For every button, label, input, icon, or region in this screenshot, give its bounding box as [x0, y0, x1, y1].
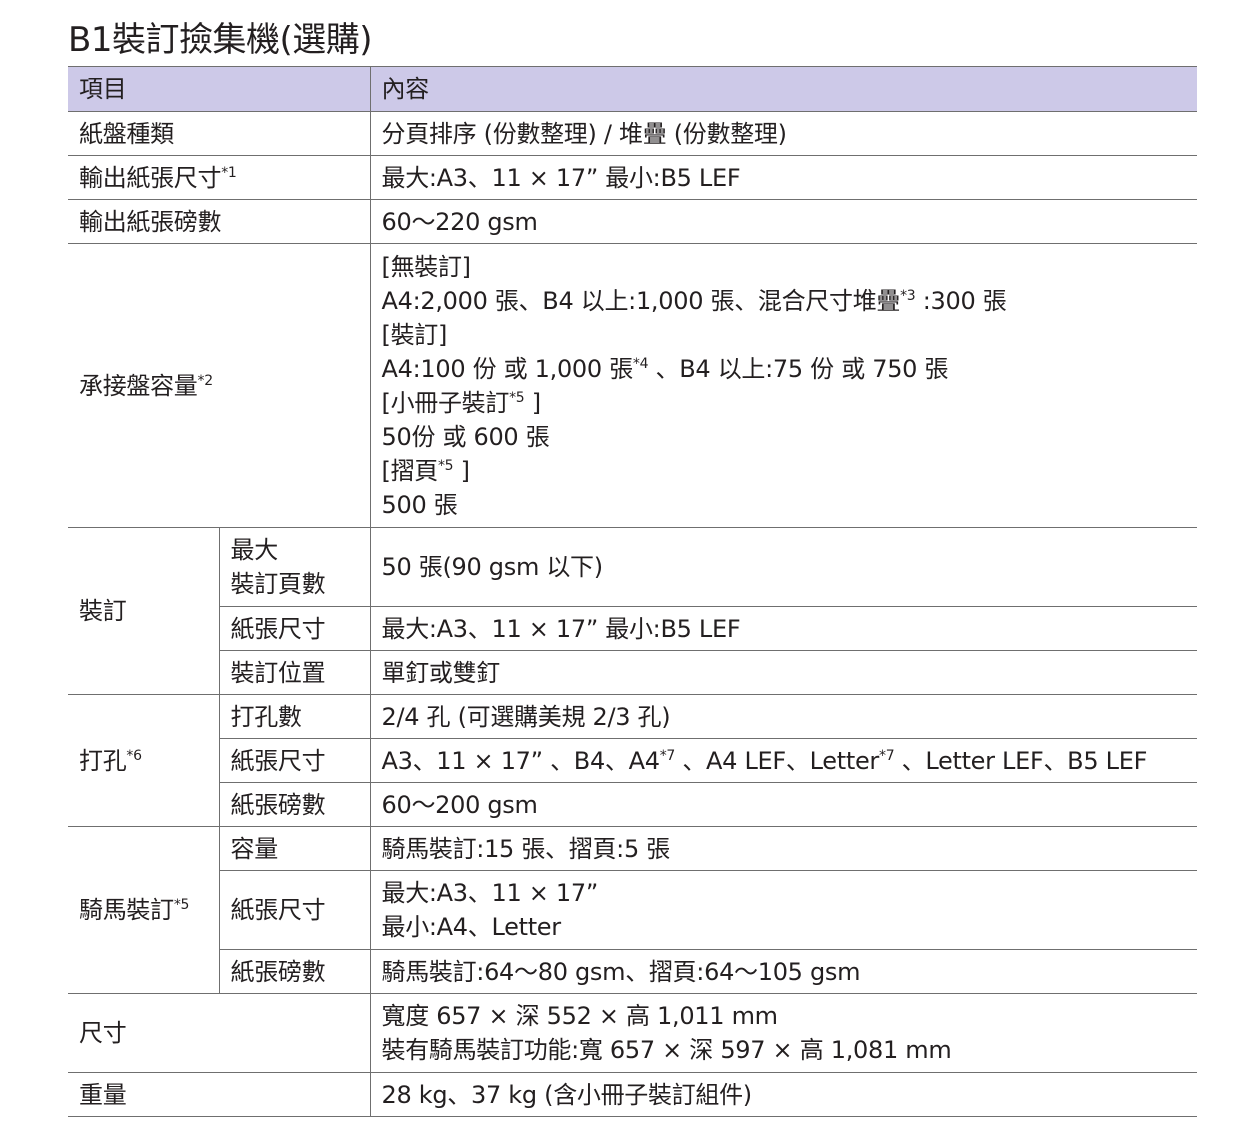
row-value-output-size: 最大:A3、11 × 17” 最小:B5 LEF [369, 155, 1197, 200]
table-row: 紙張磅數 60～200 gsm [68, 782, 1197, 827]
table-row: 紙張尺寸 A3、11 × 17” 、B4、A4*7 、A4 LEF、Letter… [68, 738, 1197, 783]
row-value-dimensions: 寬度 657 × 深 552 × 高 1,011 mm 裝有騎馬裝訂功能:寬 65… [369, 993, 1197, 1073]
sub-label-punch-holes: 打孔數 [218, 694, 370, 739]
table-row: 紙張磅數 騎馬裝訂:64～80 gsm、摺頁:64～105 gsm [68, 949, 1197, 994]
sub-label-saddle-weight: 紙張磅數 [218, 949, 370, 994]
sub-value-staple-position: 單釘或雙釘 [369, 650, 1197, 695]
sub-label-staple-size: 紙張尺寸 [218, 606, 370, 651]
row-label-punch: 打孔*6 [68, 694, 219, 827]
sub-value-punch-weight: 60～200 gsm [369, 782, 1197, 827]
row-value-output-weight: 60～220 gsm [369, 199, 1197, 244]
sub-value-punch-holes: 2/4 孔 (可選購美規 2/3 孔) [369, 694, 1197, 739]
sub-value-saddle-capacity: 騎馬裝訂:15 張、摺頁:5 張 [369, 826, 1197, 871]
row-label-output-weight: 輸出紙張磅數 [68, 199, 370, 244]
footnote-ref: *7 [659, 747, 676, 764]
row-value-capacity: [無裝訂] A4:2,000 張、B4 以上:1,000 張、混合尺寸堆疊*3 … [369, 243, 1197, 528]
table-row: 輸出紙張磅數 60～220 gsm [68, 199, 1197, 244]
sub-value-staple-size: 最大:A3、11 × 17” 最小:B5 LEF [369, 606, 1197, 651]
capacity-line: 500 張 [381, 490, 458, 519]
footnote-ref: *5 [173, 897, 190, 913]
sub-label-saddle-size: 紙張尺寸 [218, 870, 370, 950]
capacity-line: [無裝訂] [381, 252, 472, 281]
header-item: 項目 [68, 66, 370, 112]
sub-label-punch-weight: 紙張磅數 [218, 782, 370, 827]
row-label-dimensions: 尺寸 [68, 993, 370, 1073]
row-label-staple: 裝訂 [68, 527, 219, 695]
capacity-line: A4:2,000 張、B4 以上:1,000 張、混合尺寸堆疊*3 :300 張 [381, 286, 1007, 315]
sub-value-max-pages: 50 張(90 gsm 以下) [369, 527, 1197, 607]
table-row: 騎馬裝訂*5 容量 騎馬裝訂:15 張、摺頁:5 張 [68, 826, 1197, 994]
table-row: 紙張尺寸 最大:A3、11 × 17” 最小:A4、Letter [68, 870, 1197, 950]
capacity-line: 50份 或 600 張 [381, 422, 550, 451]
sub-value-punch-size: A3、11 × 17” 、B4、A4*7 、A4 LEF、Letter*7 、L… [369, 738, 1197, 783]
table-row: 紙張尺寸 最大:A3、11 × 17” 最小:B5 LEF [68, 606, 1197, 651]
capacity-line: [摺頁*5 ] [381, 456, 470, 485]
sub-label-saddle-capacity: 容量 [218, 826, 370, 871]
table-row: 裝訂位置 單釘或雙釘 [68, 650, 1197, 695]
sub-value-saddle-size: 最大:A3、11 × 17” 最小:A4、Letter [369, 870, 1197, 950]
row-value-weight: 28 kg、37 kg (含小冊子裝訂組件) [369, 1072, 1197, 1117]
capacity-line: A4:100 份 或 1,000 張*4 、B4 以上:75 份 或 750 張 [381, 354, 949, 383]
capacity-line: [小冊子裝訂*5 ] [381, 388, 542, 417]
spec-table: 項目 內容 紙盤種類 分頁排序 (份數整理) / 堆疊 (份數整理) 輸出紙張尺… [68, 66, 1197, 1117]
footnote-ref: *5 [509, 389, 525, 406]
footnote-ref: *3 [900, 287, 916, 304]
table-row: 輸出紙張尺寸*1 最大:A3、11 × 17” 最小:B5 LEF [68, 155, 1197, 200]
footnote-ref: *4 [632, 355, 649, 372]
footnote-ref: *2 [197, 372, 214, 389]
table-row: 打孔*6 打孔數 2/4 孔 (可選購美規 2/3 孔) [68, 694, 1197, 827]
row-value-tray-type: 分頁排序 (份數整理) / 堆疊 (份數整理) [369, 111, 1197, 156]
table-row: 裝訂 最大 裝訂頁數 50 張(90 gsm 以下) [68, 527, 1197, 695]
footnote-ref: *7 [879, 747, 895, 764]
header-content: 內容 [369, 66, 1197, 112]
footnote-ref: *5 [437, 457, 454, 474]
sub-label-punch-size: 紙張尺寸 [218, 738, 370, 783]
footnote-ref: *6 [126, 747, 142, 764]
page-title: B1裝訂撿集機(選購) [68, 20, 373, 60]
row-label-tray-type: 紙盤種類 [68, 111, 370, 156]
table-row: 尺寸 寬度 657 × 深 552 × 高 1,011 mm 裝有騎馬裝訂功能:寬… [68, 993, 1197, 1073]
table-header-row: 項目 內容 [68, 66, 1197, 112]
sub-label-max-pages: 最大 裝訂頁數 [218, 527, 370, 607]
capacity-line: [裝訂] [381, 320, 448, 349]
table-row: 承接盤容量*2 [無裝訂] A4:2,000 張、B4 以上:1,000 張、混… [68, 243, 1197, 528]
sub-value-saddle-weight: 騎馬裝訂:64～80 gsm、摺頁:64～105 gsm [369, 949, 1197, 994]
footnote-ref: *1 [221, 164, 237, 181]
row-label-capacity: 承接盤容量*2 [68, 243, 370, 528]
row-label-weight: 重量 [68, 1072, 370, 1117]
sub-label-staple-position: 裝訂位置 [218, 650, 370, 695]
row-label-output-size: 輸出紙張尺寸*1 [68, 155, 370, 200]
table-row: 紙盤種類 分頁排序 (份數整理) / 堆疊 (份數整理) [68, 111, 1197, 156]
table-row: 重量 28 kg、37 kg (含小冊子裝訂組件) [68, 1072, 1197, 1117]
row-label-saddle: 騎馬裝訂*5 [68, 826, 219, 994]
